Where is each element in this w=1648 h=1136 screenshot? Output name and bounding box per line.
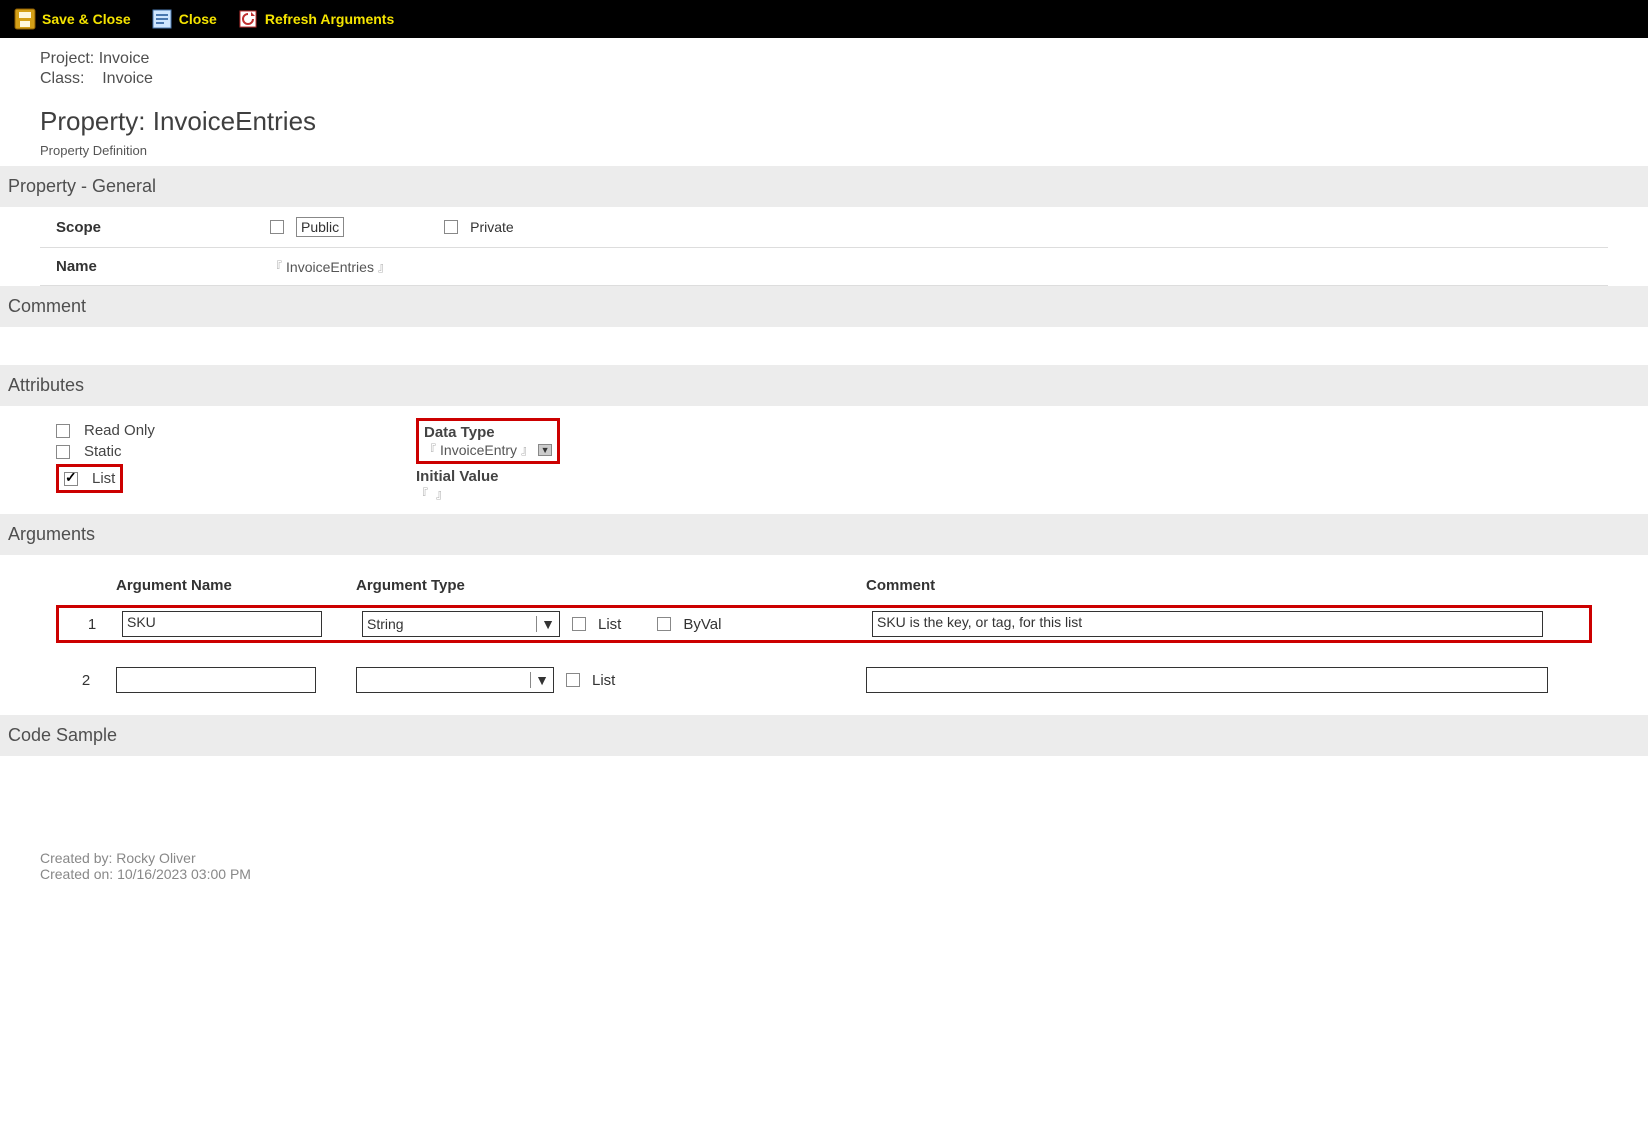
attributes-left-col: Read Only Static List [56, 418, 386, 502]
arg-name-input[interactable] [116, 667, 316, 693]
private-checkbox[interactable] [444, 220, 458, 234]
section-comment-header: Comment [0, 286, 1648, 327]
arg-header-comment: Comment [866, 577, 1592, 594]
static-checkbox[interactable] [56, 445, 70, 459]
toolbar: Save & Close Close Refresh Arguments [0, 0, 1648, 38]
bracket-open-icon: 『 [424, 441, 436, 458]
name-value: InvoiceEntries [286, 259, 374, 275]
arg-name-value: SKU [127, 614, 156, 630]
created-by-label: Created by: [40, 850, 112, 866]
arg-byval-checkbox[interactable] [657, 617, 671, 631]
initial-value-label: Initial Value [416, 468, 560, 485]
arg-comment-input[interactable] [866, 667, 1548, 693]
codesample-field[interactable] [40, 756, 1608, 810]
bracket-close-icon: 』 [378, 258, 390, 275]
name-field[interactable]: 『 InvoiceEntries 』 [270, 258, 390, 275]
arg-comment-input[interactable]: SKU is the key, or tag, for this list [872, 611, 1543, 637]
close-icon [151, 8, 173, 30]
arguments-header-row: Argument Name Argument Type Comment [56, 569, 1592, 602]
close-label: Close [179, 11, 217, 27]
class-line: Class: Invoice [40, 70, 1608, 88]
arg-type-select[interactable]: String ▼ [362, 611, 560, 637]
save-close-icon [14, 8, 36, 30]
public-checkbox[interactable] [270, 220, 284, 234]
datatype-dropdown-icon[interactable]: ▼ [538, 444, 552, 456]
list-checkbox[interactable] [64, 472, 78, 486]
section-codesample-header: Code Sample [0, 715, 1648, 756]
section-general-header: Property - General [0, 166, 1648, 207]
scope-options: Public Private [270, 217, 514, 237]
bracket-open-icon: 『 [416, 485, 428, 502]
refresh-icon [237, 8, 259, 30]
class-value: Invoice [102, 70, 153, 87]
arg-name-input[interactable]: SKU [122, 611, 322, 637]
title-value: InvoiceEntries [153, 106, 316, 136]
arg-type-select[interactable]: ▼ [356, 667, 554, 693]
property-definition-label: Property Definition [40, 143, 1608, 158]
arg-byval-label: ByVal [683, 616, 721, 633]
dropdown-arrow-icon: ▼ [530, 672, 549, 688]
class-label: Class: [40, 70, 84, 87]
arguments-body: Argument Name Argument Type Comment 1 SK… [40, 555, 1608, 715]
save-close-label: Save & Close [42, 11, 131, 27]
page-title: Property: InvoiceEntries [40, 106, 1608, 137]
initial-value-field[interactable]: 『 』 [416, 485, 448, 502]
name-row: Name 『 InvoiceEntries 』 [40, 248, 1608, 286]
bracket-close-icon: 』 [436, 485, 448, 502]
project-value: Invoice [99, 50, 150, 67]
arg-row-num: 2 [56, 672, 116, 689]
arg-header-name: Argument Name [116, 577, 356, 594]
list-highlight: List [56, 464, 123, 493]
argument-row: 2 ▼ List [56, 659, 1592, 701]
attributes-right-col: Data Type 『 InvoiceEntry 』 ▼ Initial Val… [386, 418, 560, 502]
project-label: Project: [40, 50, 94, 67]
title-prefix: Property: [40, 106, 146, 136]
arg-header-type: Argument Type [356, 577, 566, 594]
content-area: Project: Invoice Class: Invoice Property… [0, 38, 1648, 902]
arg-list-label: List [592, 672, 615, 689]
created-on-value: 10/16/2023 03:00 PM [117, 866, 251, 882]
attributes-body: Read Only Static List Data Type 『 Invoic… [40, 406, 1608, 514]
comment-field[interactable] [40, 327, 1608, 365]
argument-row-highlight: 1 SKU String ▼ List ByVal [56, 605, 1592, 643]
project-line: Project: Invoice [40, 50, 1608, 68]
datatype-highlight: Data Type 『 InvoiceEntry 』 ▼ [416, 418, 560, 464]
refresh-button[interactable]: Refresh Arguments [229, 4, 402, 34]
arg-list-label: List [598, 616, 621, 633]
footer: Created by: Rocky Oliver Created on: 10/… [40, 850, 1608, 882]
list-label: List [92, 470, 115, 487]
bracket-close-icon: 』 [521, 441, 533, 458]
section-attributes-header: Attributes [0, 365, 1648, 406]
save-close-button[interactable]: Save & Close [6, 4, 139, 34]
readonly-label: Read Only [84, 422, 155, 439]
public-label: Public [296, 217, 344, 237]
static-label: Static [84, 443, 122, 460]
private-label: Private [470, 219, 514, 235]
arg-list-checkbox[interactable] [566, 673, 580, 687]
arg-type-value: String [367, 616, 404, 632]
scope-row: Scope Public Private [40, 207, 1608, 248]
bracket-open-icon: 『 [270, 258, 282, 275]
name-label: Name [40, 258, 270, 275]
scope-label: Scope [40, 219, 270, 236]
datatype-label: Data Type [424, 424, 552, 441]
datatype-value: InvoiceEntry [440, 442, 517, 458]
created-on-label: Created on: [40, 866, 113, 882]
readonly-checkbox[interactable] [56, 424, 70, 438]
section-general-body: Scope Public Private Name 『 InvoiceEntri… [40, 207, 1608, 286]
arg-list-checkbox[interactable] [572, 617, 586, 631]
close-button[interactable]: Close [143, 4, 225, 34]
arg-comment-value: SKU is the key, or tag, for this list [877, 614, 1082, 630]
datatype-field[interactable]: 『 InvoiceEntry 』 ▼ [424, 441, 552, 458]
created-by-value: Rocky Oliver [116, 850, 195, 866]
dropdown-arrow-icon: ▼ [536, 616, 555, 632]
refresh-label: Refresh Arguments [265, 11, 394, 27]
section-arguments-header: Arguments [0, 514, 1648, 555]
arg-row-num: 1 [62, 616, 122, 633]
